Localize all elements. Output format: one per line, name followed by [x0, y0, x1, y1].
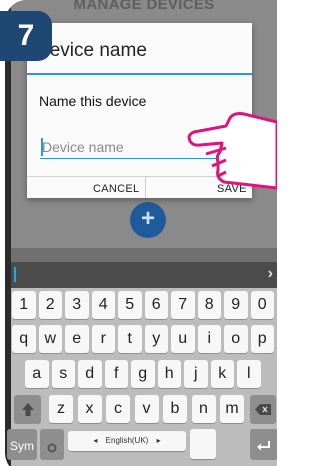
key-y[interactable]: y	[144, 325, 168, 353]
expand-arrow-icon[interactable]: ›	[268, 265, 273, 283]
enter-key[interactable]	[250, 429, 277, 459]
key-6[interactable]: 6	[144, 291, 168, 319]
dialog-button-separator	[145, 176, 146, 198]
key-f[interactable]: f	[104, 360, 128, 388]
dialog-title: Device name	[36, 40, 147, 61]
dialog-title-divider	[27, 73, 252, 75]
key-a[interactable]: a	[25, 360, 49, 388]
key-b[interactable]: b	[163, 395, 187, 423]
keyboard-suggestion-bar: ›	[11, 262, 277, 288]
space-bar[interactable]: ◂ English(UK) ▸	[68, 431, 186, 451]
gear-icon	[47, 443, 57, 453]
language-next-icon: ▸	[156, 436, 161, 445]
step-number-badge: 7	[0, 11, 52, 61]
key-v[interactable]: v	[134, 395, 159, 423]
key-l[interactable]: l	[237, 360, 261, 388]
settings-key[interactable]	[40, 429, 64, 459]
key-u[interactable]: u	[171, 325, 195, 353]
key-o[interactable]: o	[224, 325, 248, 353]
backspace-key[interactable]	[250, 395, 276, 423]
backspace-icon	[255, 404, 271, 415]
text-cursor-icon	[14, 267, 16, 282]
key-d[interactable]: d	[78, 360, 102, 388]
key-g[interactable]: g	[131, 360, 155, 388]
screen-footer	[11, 248, 277, 262]
punctuation-key[interactable]	[190, 429, 216, 459]
language-prev-icon: ◂	[93, 436, 98, 445]
key-4[interactable]: 4	[91, 291, 115, 319]
key-1[interactable]: 1	[12, 291, 36, 319]
language-label: English(UK)	[105, 436, 149, 445]
screen-title: MANAGE DEVICES	[73, 0, 215, 13]
key-e[interactable]: e	[65, 325, 89, 353]
enter-icon	[257, 441, 270, 451]
device-name-placeholder: Device name	[42, 139, 124, 155]
key-0[interactable]: 0	[250, 291, 274, 319]
key-s[interactable]: s	[51, 360, 75, 388]
key-r[interactable]: r	[91, 325, 115, 353]
screenshot: MANAGE DEVICES + › 1234567890 qwertyuiop…	[0, 0, 277, 466]
key-p[interactable]: p	[250, 325, 274, 353]
add-device-button[interactable]: +	[130, 202, 166, 238]
shift-icon	[21, 403, 34, 416]
key-j[interactable]: j	[184, 360, 208, 388]
keyboard: › 1234567890 qwertyuiop asdfghjkl zxcvbn…	[7, 262, 277, 466]
key-7[interactable]: 7	[171, 291, 195, 319]
cancel-button[interactable]: CANCEL	[93, 183, 139, 195]
key-2[interactable]: 2	[38, 291, 62, 319]
key-8[interactable]: 8	[197, 291, 221, 319]
key-5[interactable]: 5	[118, 291, 142, 319]
key-k[interactable]: k	[210, 360, 234, 388]
key-i[interactable]: i	[197, 325, 221, 353]
key-w[interactable]: w	[38, 325, 62, 353]
key-t[interactable]: t	[118, 325, 142, 353]
key-q[interactable]: q	[12, 325, 36, 353]
pointing-hand-icon	[187, 112, 277, 190]
key-x[interactable]: x	[77, 395, 102, 423]
key-c[interactable]: c	[106, 395, 130, 423]
key-n[interactable]: n	[191, 395, 216, 423]
key-9[interactable]: 9	[224, 291, 248, 319]
key-m[interactable]: m	[220, 395, 244, 423]
key-z[interactable]: z	[49, 395, 73, 423]
dialog-prompt: Name this device	[39, 93, 147, 109]
input-caret	[41, 138, 43, 156]
key-h[interactable]: h	[157, 360, 181, 388]
sym-key[interactable]: Sym	[7, 429, 37, 459]
key-3[interactable]: 3	[65, 291, 89, 319]
shift-key[interactable]	[14, 395, 41, 423]
